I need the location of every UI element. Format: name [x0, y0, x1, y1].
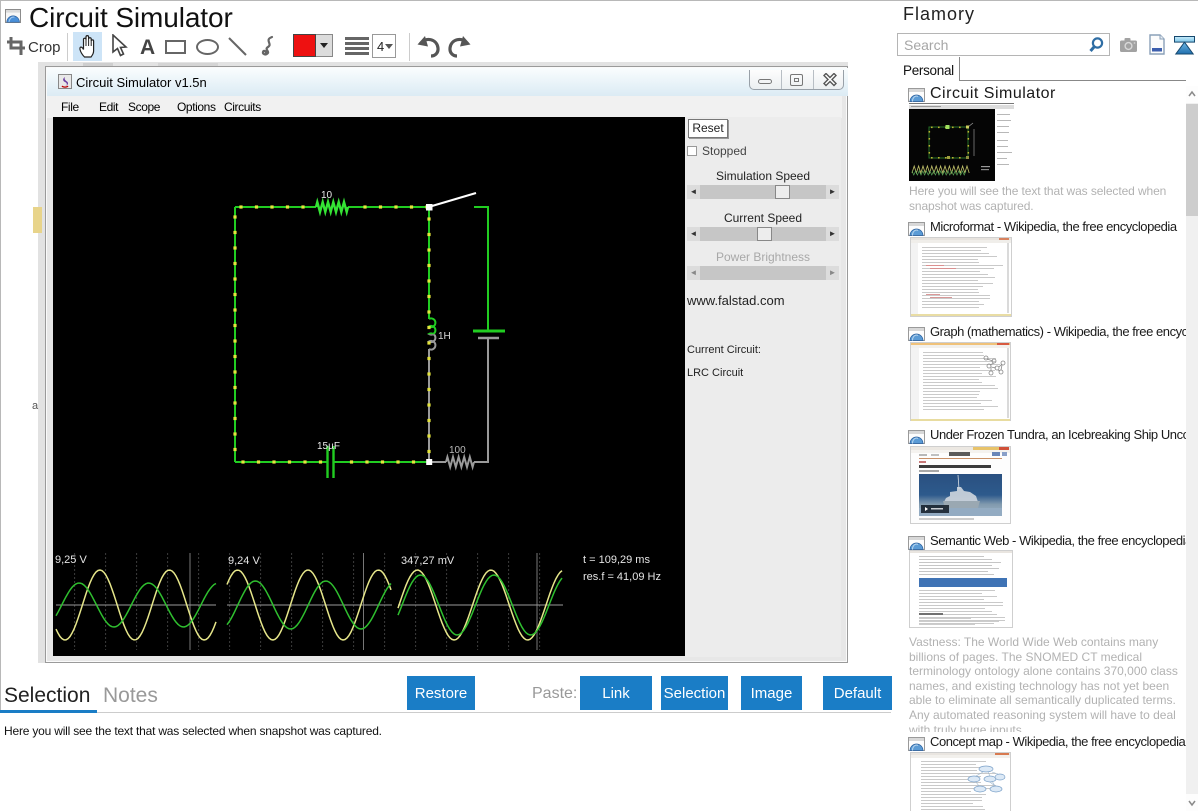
svg-text:100: 100	[449, 445, 466, 456]
svg-text:9,25 V: 9,25 V	[55, 554, 87, 566]
svg-text:1H: 1H	[438, 331, 451, 342]
svg-text:res.f = 41,09 Hz: res.f = 41,09 Hz	[583, 571, 661, 583]
svg-text:347,27 mV: 347,27 mV	[401, 555, 455, 567]
svg-text:t = 109,29 ms: t = 109,29 ms	[583, 554, 650, 566]
svg-text:10: 10	[321, 190, 333, 201]
svg-text:15µF: 15µF	[317, 441, 340, 452]
svg-text:9,24 V: 9,24 V	[228, 555, 260, 567]
